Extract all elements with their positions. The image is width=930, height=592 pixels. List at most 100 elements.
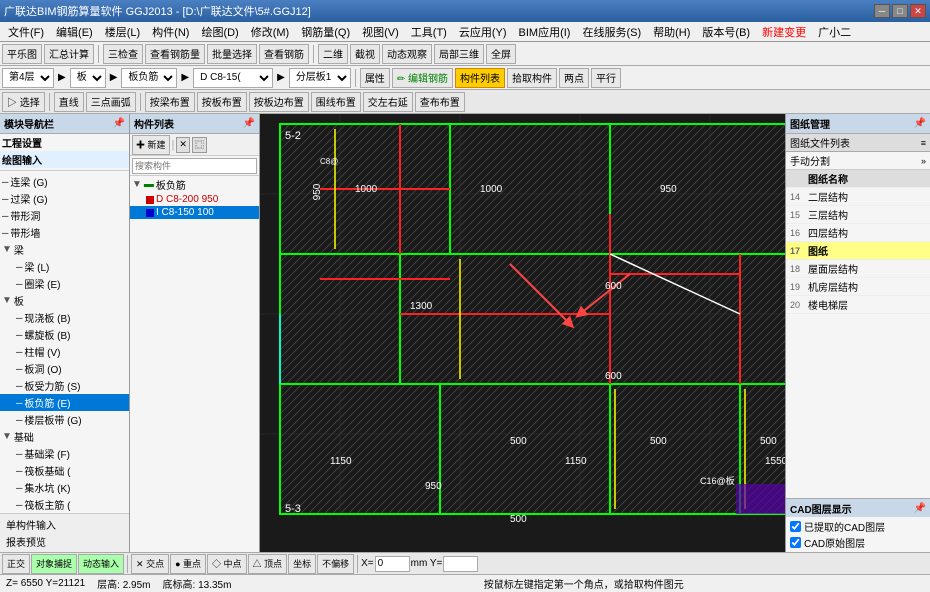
intersection-btn[interactable]: ✕ 交点	[131, 554, 169, 574]
nav-liang[interactable]: ─梁 (L)	[0, 258, 129, 275]
maximize-btn[interactable]: □	[892, 4, 908, 18]
cad-original-check[interactable]	[790, 537, 801, 548]
nav-bandong[interactable]: ─板洞 (O)	[0, 360, 129, 377]
nav-ban-fj[interactable]: ─板负筋 (E)	[0, 394, 129, 411]
check-layout-btn[interactable]: 查布布置	[415, 92, 465, 112]
layer-19[interactable]: 19 机房层结构	[786, 278, 930, 296]
parallel-btn[interactable]: 平行	[591, 68, 621, 88]
layer-17[interactable]: 17 图纸	[786, 242, 930, 260]
2d-btn[interactable]: 二维	[318, 44, 348, 64]
property-btn[interactable]: 属性	[360, 68, 390, 88]
menu-cloud[interactable]: 云应用(Y)	[453, 23, 513, 41]
cad-original-label[interactable]: CAD原始图层	[790, 535, 926, 550]
summary-btn[interactable]: 汇总计算	[44, 44, 94, 64]
component-list-btn[interactable]: 构件列表	[455, 68, 505, 88]
layer-select[interactable]: 分层板1	[289, 68, 351, 88]
arc-btn[interactable]: 三点画弧	[86, 92, 136, 112]
nav-engineering[interactable]: 工程设置	[0, 134, 129, 151]
by-outline-btn[interactable]: 围线布置	[311, 92, 361, 112]
menu-online[interactable]: 在线服务(S)	[576, 23, 647, 41]
snap-btn[interactable]: 对象捕捉	[31, 554, 77, 574]
local-3d-btn[interactable]: 局部三维	[434, 44, 484, 64]
rebar-type-select[interactable]: 板负筋	[121, 68, 177, 88]
nav-report[interactable]: 报表预览	[4, 533, 125, 550]
nav-pin[interactable]: 📌	[113, 118, 125, 129]
by-edge-btn[interactable]: 按板边布置	[249, 92, 309, 112]
comp-i-c8-150[interactable]: I C8-150 100	[130, 206, 259, 219]
layer-list-icon[interactable]: ≡	[921, 138, 926, 148]
cad-layer-pin[interactable]: 📌	[914, 503, 926, 514]
menu-help[interactable]: 帮助(H)	[647, 23, 696, 41]
by-beam-btn[interactable]: 按梁布置	[145, 92, 195, 112]
menu-assistant[interactable]: 广小二	[812, 23, 857, 41]
y-input[interactable]	[443, 556, 478, 572]
floor-select[interactable]: 第4层	[2, 68, 54, 88]
nav-zhum[interactable]: ─柱帽 (V)	[0, 343, 129, 360]
nav-guoliang[interactable]: ─过梁 (G)	[0, 190, 129, 207]
canvas-area[interactable]: 5-2 5-5 5-3 5-6 1000 1000 950 1300 950 5…	[260, 114, 785, 552]
nav-jichu-group[interactable]: ▼基础	[0, 428, 129, 445]
cad-extracted-check[interactable]	[790, 521, 801, 532]
nav-jichu-liang[interactable]: ─基础梁 (F)	[0, 445, 129, 462]
pick-btn[interactable]: 拾取构件	[507, 68, 557, 88]
nav-luoxuan[interactable]: ─螺旋板 (B)	[0, 326, 129, 343]
edit-rebar-btn[interactable]: ✏ 编辑钢筋	[392, 68, 453, 88]
midpoint-btn[interactable]: ◇ 中点	[207, 554, 247, 574]
menu-tools[interactable]: 工具(T)	[405, 23, 453, 41]
close-btn[interactable]: ✕	[910, 4, 926, 18]
flat-view-btn[interactable]: 平乐图	[2, 44, 42, 64]
check-btn[interactable]: 三检查	[103, 44, 143, 64]
menu-modify[interactable]: 修改(M)	[245, 23, 296, 41]
menu-component[interactable]: 构件(N)	[146, 23, 195, 41]
x-input[interactable]	[375, 556, 410, 572]
nav-fab-main[interactable]: ─筏板主筋 (	[0, 496, 129, 513]
by-board-btn[interactable]: 按板布置	[197, 92, 247, 112]
two-point-btn[interactable]: 两点	[559, 68, 589, 88]
endpoint-btn[interactable]: ● 重点	[170, 554, 206, 574]
menu-bim[interactable]: BIM应用(I)	[513, 23, 577, 41]
no-offset-btn[interactable]: 不偏移	[317, 554, 354, 574]
nav-quanliang[interactable]: ─圈梁 (E)	[0, 275, 129, 292]
view-detail-btn[interactable]: 查看钢筋	[259, 44, 309, 64]
menu-version[interactable]: 版本号(B)	[696, 23, 756, 41]
coord-btn[interactable]: 坐标	[288, 554, 316, 574]
delete-component-btn[interactable]: ✕	[176, 137, 190, 153]
nav-ban-group[interactable]: ▼板	[0, 292, 129, 309]
menu-draw[interactable]: 绘图(D)	[195, 23, 244, 41]
nav-xianjiao[interactable]: ─现浇板 (B)	[0, 309, 129, 326]
comp-group-fj[interactable]: ▼ ▬ 板负筋	[130, 176, 259, 193]
line-btn[interactable]: 直线	[54, 92, 84, 112]
batch-select-btn[interactable]: 批量选择	[207, 44, 257, 64]
nav-shouliji[interactable]: ─板受力筋 (S)	[0, 377, 129, 394]
minimize-btn[interactable]: ─	[874, 4, 890, 18]
menu-new-change[interactable]: 新建变更	[756, 23, 812, 41]
component-type-select[interactable]: 板	[70, 68, 106, 88]
nav-drawing[interactable]: 绘图输入	[0, 151, 129, 168]
nav-liangliang[interactable]: ─连梁 (G)	[0, 173, 129, 190]
nav-liang-group[interactable]: ▼梁	[0, 241, 129, 258]
manual-split-expand[interactable]: »	[921, 156, 926, 166]
layer-18[interactable]: 18 屋面层结构	[786, 260, 930, 278]
layer-mgr-pin[interactable]: 📌	[914, 118, 926, 129]
nav-jishui[interactable]: ─集水坑 (K)	[0, 479, 129, 496]
rebar-spec-select[interactable]: D C8-15(	[193, 68, 273, 88]
layer-16[interactable]: 16 四层结构	[786, 224, 930, 242]
copy-component-btn[interactable]: ⿴	[192, 137, 207, 153]
vertex-btn[interactable]: △ 顶点	[248, 554, 288, 574]
left-right-btn[interactable]: 交左右延	[363, 92, 413, 112]
ortho-btn[interactable]: 正交	[2, 554, 30, 574]
layer-15[interactable]: 15 三层结构	[786, 206, 930, 224]
layer-14[interactable]: 14 二层结构	[786, 188, 930, 206]
nav-single-input[interactable]: 单构件输入	[4, 516, 125, 533]
menu-view[interactable]: 视图(V)	[356, 23, 405, 41]
menu-floor[interactable]: 楼层(L)	[99, 23, 146, 41]
menu-file[interactable]: 文件(F)	[2, 23, 50, 41]
menu-edit[interactable]: 编辑(E)	[50, 23, 99, 41]
nav-daiform[interactable]: ─带形洞	[0, 207, 129, 224]
comp-list-pin[interactable]: 📌	[243, 118, 255, 129]
nav-louceng[interactable]: ─楼层板带 (G)	[0, 411, 129, 428]
nav-daiqiang[interactable]: ─带形墙	[0, 224, 129, 241]
new-component-btn[interactable]: ✚ 新建	[132, 135, 170, 155]
section-btn[interactable]: 截视	[350, 44, 380, 64]
layer-20[interactable]: 20 楼电梯层	[786, 296, 930, 314]
